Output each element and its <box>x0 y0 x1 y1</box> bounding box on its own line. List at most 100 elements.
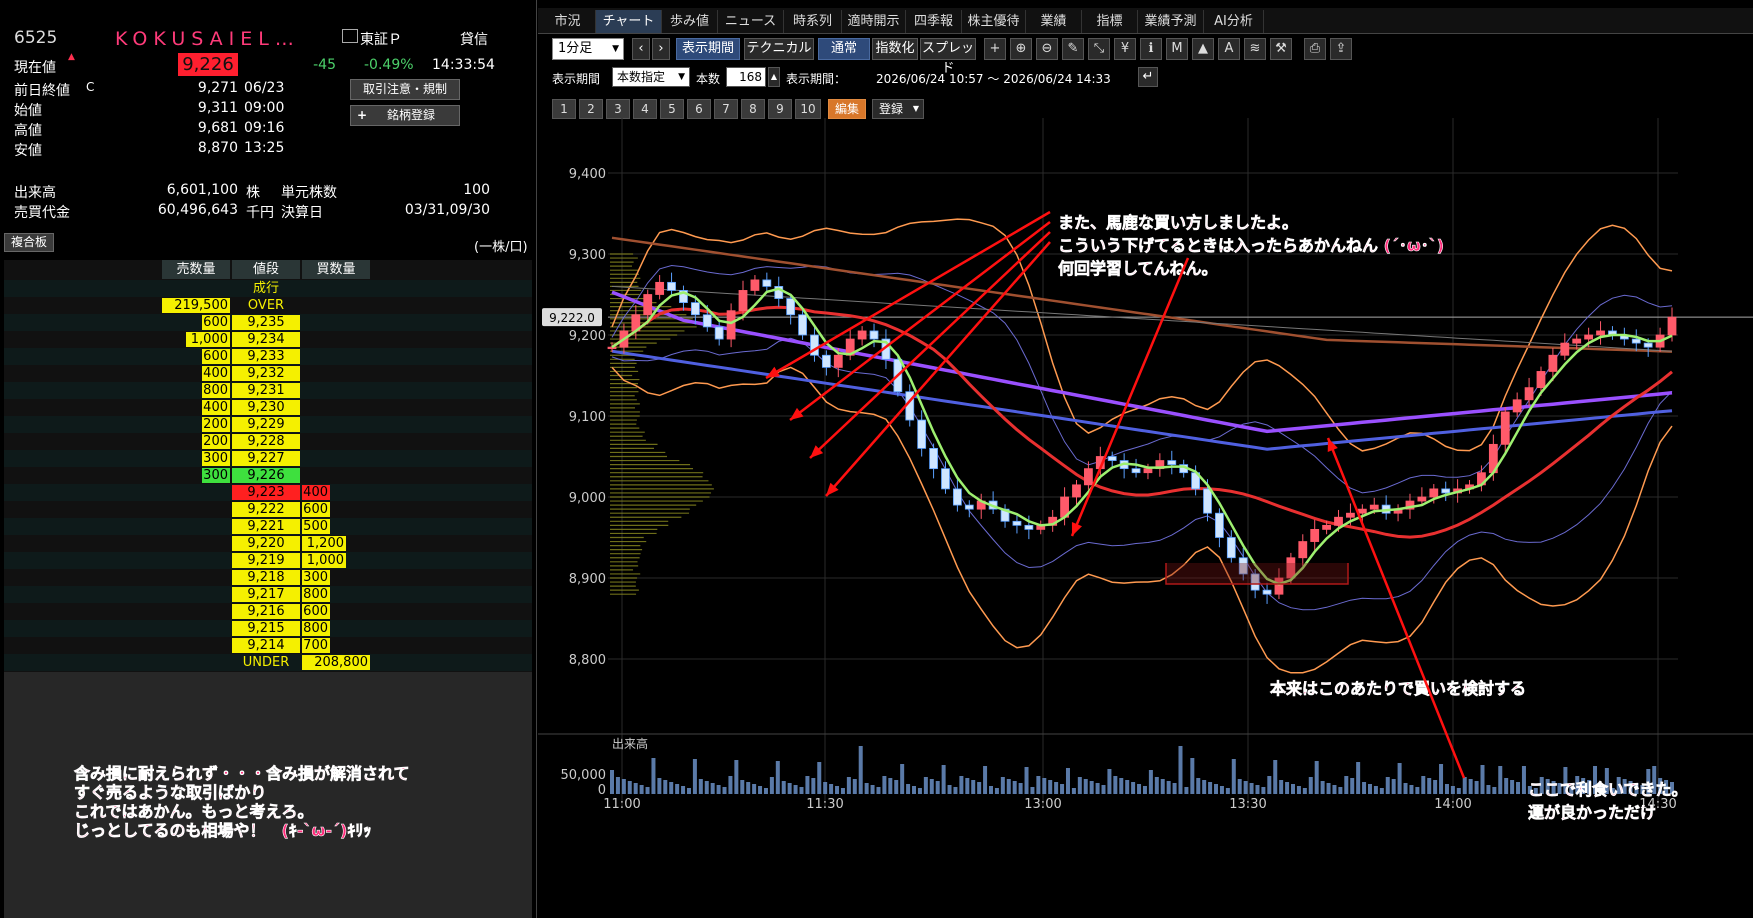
sell-qty[interactable] <box>162 638 230 653</box>
return-icon[interactable]: ↵ <box>1138 67 1158 87</box>
tab-5[interactable]: 適時開示 <box>842 10 906 33</box>
spread-button[interactable]: スプレッド <box>920 38 976 60</box>
buy-qty[interactable] <box>302 417 370 432</box>
buy-qty[interactable]: 600 <box>302 502 330 517</box>
sell-qty[interactable] <box>162 536 230 551</box>
count-stepper[interactable]: ▲ <box>768 67 780 87</box>
buy-qty[interactable]: 1,200 <box>302 536 346 551</box>
buy-qty[interactable] <box>302 281 370 296</box>
buy-qty[interactable] <box>302 349 370 364</box>
buy-qty[interactable]: 800 <box>302 587 330 602</box>
order-book-row[interactable]: 800 9,231 <box>4 382 532 399</box>
price-level[interactable]: 9,221 <box>232 519 300 534</box>
register-stock-button[interactable]: + 銘柄登録 <box>350 105 460 126</box>
order-book-row[interactable]: 9,222 600 <box>4 501 532 518</box>
sell-qty[interactable] <box>162 570 230 585</box>
buy-qty[interactable] <box>302 468 370 483</box>
sell-qty[interactable]: 300 <box>202 451 230 466</box>
order-book-row[interactable]: 成行 <box>4 280 532 297</box>
price-chart[interactable]: 9,4009,3009,2009,1009,0008,9008,8009,222… <box>538 118 1753 918</box>
info-icon[interactable]: ℹ <box>1140 38 1162 60</box>
buy-qty[interactable]: 400 <box>302 485 330 500</box>
memo-icon[interactable] <box>342 29 358 43</box>
tab-7[interactable]: 株主優待 <box>962 10 1026 33</box>
preset-button-8[interactable]: 8 <box>741 99 765 119</box>
preset-button-5[interactable]: 5 <box>660 99 684 119</box>
price-level[interactable]: 9,229 <box>232 417 300 432</box>
count-mode-select[interactable]: 本数指定 ▼ <box>612 67 690 87</box>
preset-button-3[interactable]: 3 <box>606 99 630 119</box>
edit-button[interactable]: 編集 <box>828 99 866 119</box>
sell-qty[interactable]: 600 <box>202 349 230 364</box>
order-book-row[interactable]: 9,218 300 <box>4 569 532 586</box>
sell-qty[interactable] <box>162 655 230 670</box>
buy-qty[interactable] <box>302 451 370 466</box>
order-book-row[interactable]: 219,500 OVER <box>4 297 532 314</box>
price-level[interactable]: 9,228 <box>232 434 300 449</box>
preset-button-7[interactable]: 7 <box>714 99 738 119</box>
tab-1[interactable]: チャート <box>596 10 662 33</box>
order-book-row[interactable]: 9,223 400 <box>4 484 532 501</box>
display-period-button[interactable]: 表示期間 <box>676 38 740 60</box>
price-level[interactable]: 9,223 <box>232 485 300 500</box>
buy-qty[interactable] <box>302 434 370 449</box>
buy-qty[interactable] <box>302 383 370 398</box>
sell-qty[interactable] <box>162 519 230 534</box>
preset-button-4[interactable]: 4 <box>633 99 657 119</box>
next-icon[interactable]: › <box>652 38 670 60</box>
price-level[interactable]: 9,235 <box>232 315 300 330</box>
buy-qty[interactable]: 600 <box>302 604 330 619</box>
sell-qty[interactable] <box>162 604 230 619</box>
tab-10[interactable]: 業績予測 <box>1138 10 1204 33</box>
sell-qty[interactable] <box>162 485 230 500</box>
buy-qty[interactable] <box>302 332 370 347</box>
wrench-icon[interactable]: ⚒ <box>1270 38 1292 60</box>
sell-qty[interactable]: 219,500 <box>162 298 230 313</box>
price-level[interactable]: 9,214 <box>232 638 300 653</box>
price-level[interactable]: 9,230 <box>232 400 300 415</box>
price-level[interactable]: 9,226 <box>232 468 300 483</box>
order-book-row[interactable]: 9,219 1,000 <box>4 552 532 569</box>
order-book-row[interactable]: 400 9,232 <box>4 365 532 382</box>
export-icon[interactable]: ⇪ <box>1330 38 1352 60</box>
buy-qty[interactable]: 1,000 <box>302 553 346 568</box>
preset-button-6[interactable]: 6 <box>687 99 711 119</box>
order-book-row[interactable]: 9,220 1,200 <box>4 535 532 552</box>
technical-button[interactable]: テクニカル <box>744 38 814 60</box>
order-book-row[interactable]: 9,214 700 <box>4 637 532 654</box>
pen-icon[interactable]: ✎ <box>1062 38 1084 60</box>
buy-qty[interactable] <box>302 298 370 313</box>
board-tab[interactable]: 複合板 <box>4 233 54 252</box>
price-level[interactable]: 9,231 <box>232 383 300 398</box>
tab-2[interactable]: 歩み値 <box>662 10 718 33</box>
price-level[interactable]: 9,234 <box>232 332 300 347</box>
buy-qty[interactable] <box>302 366 370 381</box>
regulation-button[interactable]: 取引注意・規制 <box>350 79 460 100</box>
zoom-in-icon[interactable]: ⊕ <box>1010 38 1032 60</box>
price-level[interactable]: UNDER <box>232 655 300 670</box>
tab-0[interactable]: 市況 <box>540 10 596 33</box>
buy-qty[interactable]: 208,800 <box>302 655 370 670</box>
buy-qty[interactable]: 700 <box>302 638 330 653</box>
preset-button-9[interactable]: 9 <box>768 99 792 119</box>
preset-button-1[interactable]: 1 <box>552 99 576 119</box>
indicator-icon[interactable]: M <box>1166 38 1188 60</box>
buy-qty[interactable]: 300 <box>302 570 330 585</box>
order-book-row[interactable]: 300 9,227 <box>4 450 532 467</box>
tab-4[interactable]: 時系列 <box>784 10 842 33</box>
prev-icon[interactable]: ‹ <box>632 38 650 60</box>
price-level[interactable]: 9,220 <box>232 536 300 551</box>
index-button[interactable]: 指数化 <box>872 38 918 60</box>
price-level[interactable]: 成行 <box>232 281 300 296</box>
sell-qty[interactable]: 200 <box>202 434 230 449</box>
tab-3[interactable]: ニュース <box>718 10 784 33</box>
order-book-row[interactable]: 9,217 800 <box>4 586 532 603</box>
sell-qty[interactable] <box>162 553 230 568</box>
price-level[interactable]: OVER <box>232 298 300 313</box>
buy-qty[interactable]: 500 <box>302 519 330 534</box>
auto-icon[interactable]: A <box>1218 38 1240 60</box>
price-level[interactable]: 9,218 <box>232 570 300 585</box>
price-level[interactable]: 9,222 <box>232 502 300 517</box>
sell-qty[interactable]: 800 <box>202 383 230 398</box>
sell-qty[interactable]: 400 <box>202 400 230 415</box>
